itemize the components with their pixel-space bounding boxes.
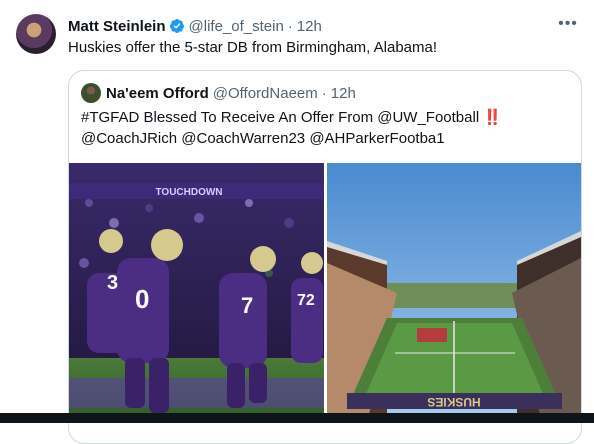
quoted-header-separator: ·	[321, 84, 327, 102]
bottom-bar	[0, 413, 594, 423]
tweet-header: Matt Steinlein @life_of_stein · 12h	[68, 16, 594, 36]
football-players-photo[interactable]: TOUCHDOWN 3 0 7 72	[69, 163, 324, 423]
quoted-author-handle[interactable]: @OffordNaeem	[213, 85, 318, 102]
quoted-media-grid: TOUCHDOWN 3 0 7 72 HUSKIES	[69, 163, 581, 423]
tweet-text: Huskies offer the 5-star DB from Birming…	[68, 39, 438, 56]
double-exclamation-emoji: ‼️	[483, 109, 503, 126]
quoted-tweet-text: #TGFAD Blessed To Receive An Offer From …	[81, 107, 502, 149]
jersey-number-3: 3	[107, 272, 118, 294]
tweet-timestamp[interactable]: 12h	[297, 18, 322, 35]
more-horizontal-icon[interactable]: •••	[558, 15, 578, 35]
quoted-tweet-timestamp[interactable]: 12h	[331, 85, 356, 102]
header-separator: ·	[287, 17, 293, 35]
touchdown-banner: TOUCHDOWN	[155, 187, 222, 198]
author-avatar[interactable]	[16, 14, 56, 54]
verified-badge-icon	[169, 19, 184, 33]
quoted-author-name[interactable]: Na'eem Offord	[106, 85, 209, 102]
quoted-text-line-1: #TGFAD Blessed To Receive An Offer From …	[81, 107, 502, 128]
tweet-card[interactable]: Matt Steinlein @life_of_stein · 12h ••• …	[0, 0, 594, 444]
author-name[interactable]: Matt Steinlein	[68, 18, 166, 35]
quoted-author-avatar[interactable]	[81, 83, 101, 103]
quoted-text-line-1-content: #TGFAD Blessed To Receive An Offer From …	[81, 109, 480, 126]
quoted-text-line-2: @CoachJRich @CoachWarren23 @AHParkerFoot…	[81, 130, 445, 147]
quoted-tweet[interactable]: Na'eem Offord @OffordNaeem · 12h #TGFAD …	[68, 70, 582, 444]
jersey-number-72: 72	[297, 292, 315, 309]
author-handle[interactable]: @life_of_stein	[189, 18, 284, 35]
endzone-text: HUSKIES	[427, 395, 480, 409]
husky-stadium-photo[interactable]: HUSKIES	[327, 163, 581, 423]
quoted-tweet-header: Na'eem Offord @OffordNaeem · 12h	[81, 83, 356, 103]
jersey-number-0: 0	[135, 284, 149, 314]
jersey-number-7: 7	[241, 293, 253, 318]
